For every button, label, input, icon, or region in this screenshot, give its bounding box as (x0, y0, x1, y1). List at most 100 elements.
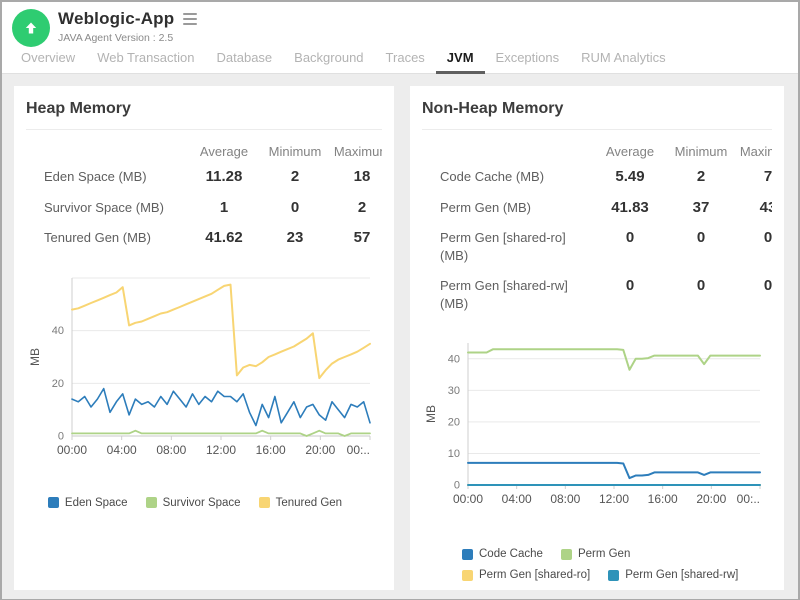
table-row: Tenured Gen (MB) 41.62 23 57 (26, 229, 382, 247)
svg-text:00:..: 00:.. (737, 492, 760, 506)
legend-item-perm-gen-shared-rw-[interactable]: Perm Gen [shared-rw] (608, 569, 738, 581)
legend-item-tenured-gen[interactable]: Tenured Gen (259, 497, 343, 509)
svg-text:08:00: 08:00 (156, 443, 186, 457)
tab-rum-analytics[interactable]: RUM Analytics (570, 50, 677, 74)
legend-label: Perm Gen (578, 548, 630, 560)
legend-item-code-cache[interactable]: Code Cache (462, 548, 543, 560)
tab-exceptions[interactable]: Exceptions (485, 50, 571, 74)
content-area: Heap Memory Average Minimum Maximum Eden… (2, 74, 798, 599)
tab-overview[interactable]: Overview (10, 50, 86, 74)
heap-memory-chart: 02040MB00:0004:0008:0012:0016:0020:0000:… (26, 270, 382, 468)
nonheap-memory-chart: 010203040MB00:0004:0008:0012:0016:0020:0… (422, 335, 772, 517)
svg-text:40: 40 (448, 354, 460, 366)
divider (422, 129, 772, 130)
title-block: Weblogic-App JAVA Agent Version : 2.5 (58, 9, 199, 44)
table-row: Eden Space (MB) 11.28 2 18 (26, 168, 382, 186)
legend-label: Code Cache (479, 548, 543, 560)
metric-average: 5.49 (590, 168, 670, 185)
app-status-icon (12, 9, 50, 47)
metric-average: 1 (184, 199, 264, 216)
nonheap-panel-title: Non-Heap Memory (422, 100, 772, 118)
table-header-row: Average Minimum Maximum (422, 144, 772, 159)
legend-label: Perm Gen [shared-ro] (479, 569, 590, 581)
metric-average: 0 (590, 277, 670, 294)
table-row: Perm Gen (MB) 41.83 37 43 (422, 199, 772, 217)
metric-minimum: 37 (670, 199, 732, 216)
metric-label: Perm Gen [shared-rw] (MB) (422, 277, 590, 312)
metric-minimum: 2 (264, 168, 326, 185)
metric-minimum: 23 (264, 229, 326, 246)
table-row: Perm Gen [shared-rw] (MB) 0 0 0 (422, 277, 772, 312)
legend-label: Survivor Space (163, 497, 241, 509)
legend-label: Perm Gen [shared-rw] (625, 569, 738, 581)
metric-average: 11.28 (184, 168, 264, 185)
svg-text:20: 20 (448, 417, 460, 429)
nonheap-chart-legend: Code Cache Perm Gen Perm Gen [shared-ro] Pe… (462, 548, 762, 581)
svg-text:10: 10 (448, 448, 460, 460)
svg-text:MB: MB (28, 348, 42, 366)
column-header-average: Average (184, 144, 264, 159)
metric-label: Eden Space (MB) (26, 168, 184, 186)
metric-maximum: 7 (732, 168, 772, 185)
metric-maximum: 57 (326, 229, 382, 246)
svg-text:00:..: 00:.. (347, 443, 370, 457)
legend-swatch-icon (259, 497, 270, 508)
heap-stats-table: Average Minimum Maximum Eden Space (MB) … (26, 142, 382, 260)
metric-maximum: 43 (732, 199, 772, 216)
column-header-minimum: Minimum (670, 144, 732, 159)
legend-label: Tenured Gen (276, 497, 343, 509)
divider (26, 129, 382, 130)
svg-text:30: 30 (448, 385, 460, 397)
app-header: Weblogic-App JAVA Agent Version : 2.5 (2, 2, 798, 50)
metric-label: Survivor Space (MB) (26, 199, 184, 217)
apm-dashboard: { "header": { "app_title": "Weblogic-App… (0, 0, 800, 600)
legend-item-perm-gen-shared-ro-[interactable]: Perm Gen [shared-ro] (462, 569, 590, 581)
metric-maximum: 0 (732, 277, 772, 294)
metric-minimum: 0 (670, 277, 732, 294)
legend-swatch-icon (146, 497, 157, 508)
column-header-maximum: Maximum (326, 144, 382, 159)
metric-label: Tenured Gen (MB) (26, 229, 184, 247)
tab-bar: Overview Web Transaction Database Backgr… (2, 50, 798, 74)
legend-item-survivor-space[interactable]: Survivor Space (146, 497, 241, 509)
legend-item-eden-space[interactable]: Eden Space (48, 497, 128, 509)
table-header-row: Average Minimum Maximum (26, 144, 382, 159)
tab-background[interactable]: Background (283, 50, 374, 74)
up-arrow-icon (23, 20, 39, 36)
svg-text:40: 40 (52, 325, 64, 337)
table-row: Code Cache (MB) 5.49 2 7 (422, 168, 772, 186)
legend-item-perm-gen[interactable]: Perm Gen (561, 548, 630, 560)
column-header-maximum: Maximum (732, 144, 772, 159)
svg-text:04:00: 04:00 (107, 443, 137, 457)
metric-average: 41.62 (184, 229, 264, 246)
menu-icon[interactable] (181, 11, 199, 27)
column-header-average: Average (590, 144, 670, 159)
column-header-minimum: Minimum (264, 144, 326, 159)
tab-jvm[interactable]: JVM (436, 50, 485, 74)
metric-label: Perm Gen (MB) (422, 199, 590, 217)
metric-label: Code Cache (MB) (422, 168, 590, 186)
tab-traces[interactable]: Traces (375, 50, 436, 74)
svg-text:0: 0 (58, 430, 64, 442)
svg-text:00:00: 00:00 (57, 443, 87, 457)
legend-swatch-icon (462, 549, 473, 560)
table-row: Survivor Space (MB) 1 0 2 (26, 199, 382, 217)
tab-web-transaction[interactable]: Web Transaction (86, 50, 205, 74)
heap-chart-legend: Eden Space Survivor Space Tenured Gen (26, 497, 382, 509)
svg-text:16:00: 16:00 (648, 492, 678, 506)
nonheap-stats-table: Average Minimum Maximum Code Cache (MB) … (422, 142, 772, 325)
svg-text:20:00: 20:00 (696, 492, 726, 506)
svg-text:16:00: 16:00 (256, 443, 286, 457)
metric-average: 41.83 (590, 199, 670, 216)
metric-maximum: 18 (326, 168, 382, 185)
agent-version-label: JAVA Agent Version : 2.5 (58, 32, 199, 44)
svg-text:00:00: 00:00 (453, 492, 483, 506)
svg-text:MB: MB (424, 405, 438, 423)
svg-text:08:00: 08:00 (550, 492, 580, 506)
svg-text:12:00: 12:00 (206, 443, 236, 457)
metric-label: Perm Gen [shared-ro] (MB) (422, 229, 590, 264)
metric-minimum: 0 (670, 229, 732, 246)
tab-database[interactable]: Database (206, 50, 284, 74)
svg-text:12:00: 12:00 (599, 492, 629, 506)
legend-swatch-icon (608, 570, 619, 581)
